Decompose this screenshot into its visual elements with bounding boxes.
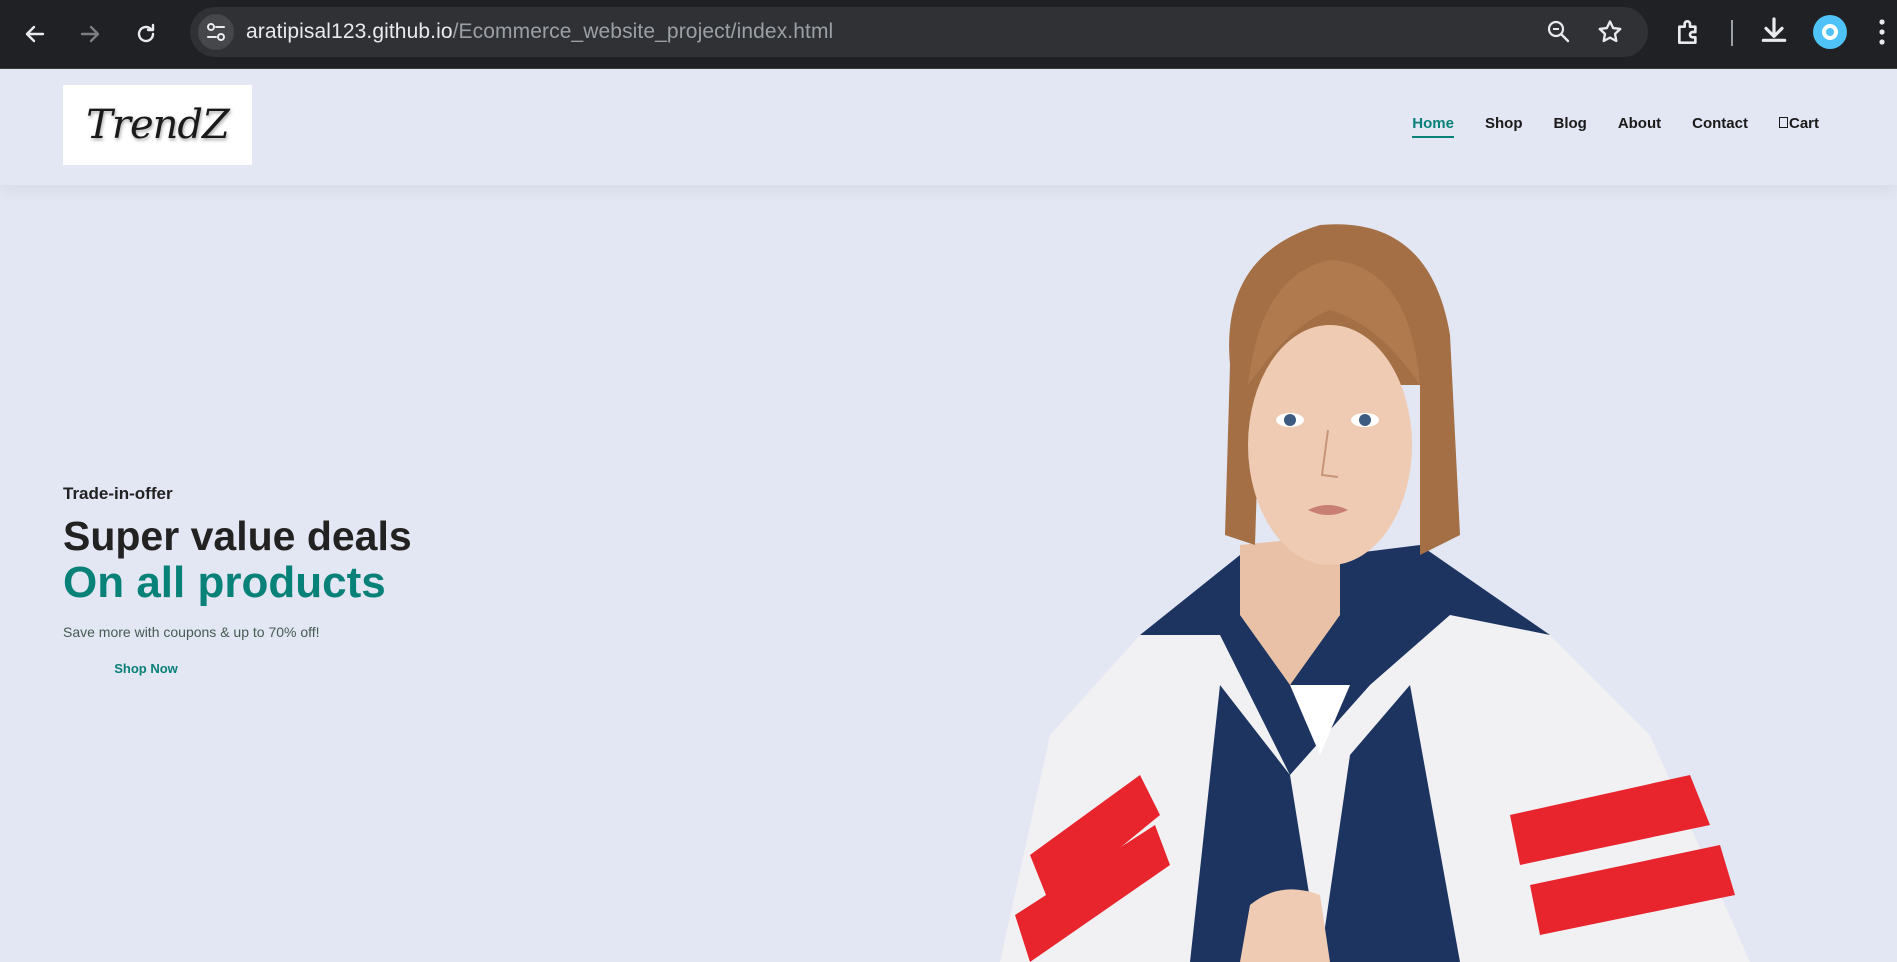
nav-link-cart[interactable]: Cart <box>1778 115 1819 136</box>
hero-headline-accent: On all products <box>63 558 386 607</box>
nav-link-shop[interactable]: Shop <box>1485 115 1523 136</box>
url-text[interactable]: aratipisal123.github.io/Ecommerce_websit… <box>246 20 833 44</box>
toolbar-separator <box>1731 20 1733 46</box>
zoom-icon[interactable] <box>1546 19 1572 45</box>
url-path: /Ecommerce_website_project/index.html <box>452 20 834 43</box>
hero-kicker: Trade-in-offer <box>63 484 173 503</box>
nav-link-about[interactable]: About <box>1618 115 1661 136</box>
shop-now-button[interactable]: Shop Now <box>63 651 229 685</box>
more-menu-icon[interactable] <box>1878 18 1886 46</box>
back-arrow-icon <box>25 25 45 43</box>
forward-arrow-icon <box>80 25 100 43</box>
nav-link-blog[interactable]: Blog <box>1553 115 1586 136</box>
nav-link-home[interactable]: Home <box>1412 115 1454 138</box>
hero-model-image <box>1000 224 1750 962</box>
nav-link-contact[interactable]: Contact <box>1692 115 1748 136</box>
site-header: TrendZ Home Shop Blog About Contact Cart <box>0 69 1897 185</box>
forward-button[interactable] <box>70 14 110 54</box>
download-icon[interactable] <box>1758 15 1790 47</box>
browser-toolbar: aratipisal123.github.io/Ecommerce_websit… <box>0 0 1897 69</box>
logo-text: TrendZ <box>86 102 230 148</box>
reload-icon <box>137 23 155 43</box>
hero-text: Trade-in-offer Super value deals On all … <box>63 484 763 640</box>
hero-subtext: Save more with coupons & up to 70% off! <box>63 624 320 640</box>
bookmark-star-icon[interactable] <box>1596 18 1624 46</box>
address-bar[interactable]: aratipisal123.github.io/Ecommerce_websit… <box>190 7 1648 57</box>
site-logo[interactable]: TrendZ <box>63 85 252 165</box>
cart-icon <box>1778 117 1788 128</box>
main-nav: Home Shop Blog About Contact Cart <box>1412 115 1819 138</box>
site-settings-button[interactable] <box>198 14 234 50</box>
reload-button[interactable] <box>126 14 166 54</box>
cart-label: Cart <box>1788 115 1819 132</box>
back-button[interactable] <box>15 14 55 54</box>
url-host: aratipisal123.github.io <box>246 20 453 43</box>
extensions-icon[interactable] <box>1674 16 1706 48</box>
hero-headline: Super value deals <box>63 513 412 559</box>
profile-badge-icon <box>1822 24 1838 40</box>
site-settings-icon <box>207 23 225 41</box>
profile-avatar-icon[interactable] <box>1813 15 1847 49</box>
